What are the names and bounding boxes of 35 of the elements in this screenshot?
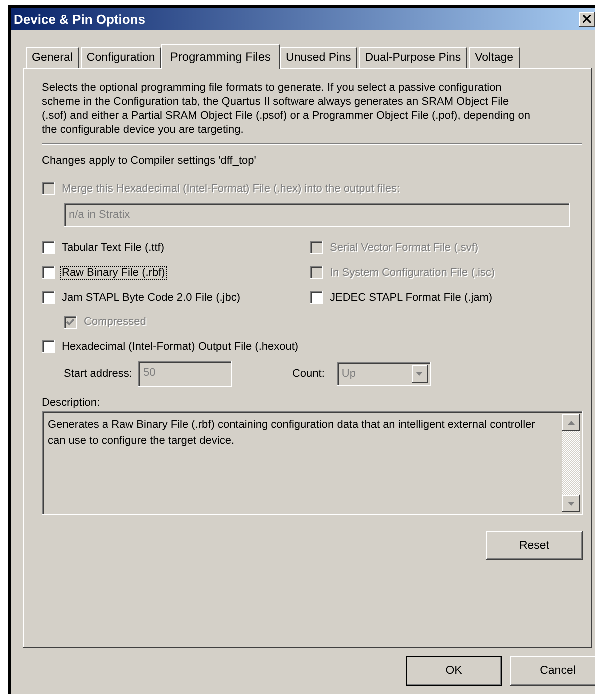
checkbox[interactable] xyxy=(42,241,55,254)
tab[interactable]: Programming Files xyxy=(161,44,280,69)
close-button[interactable] xyxy=(579,12,595,26)
description-text: Generates a Raw Binary File (.rbf) containing configuration data that an intelligent external controller can use to configure the target device. xyxy=(47,418,536,449)
checkbox[interactable] xyxy=(42,340,55,353)
checkbox[interactable] xyxy=(42,266,55,279)
checkbox-label: Raw Binary File (.rbf) xyxy=(61,266,166,278)
scrollbar[interactable] xyxy=(562,414,580,512)
close-icon xyxy=(583,15,591,23)
checkbox-label: Hexadecimal (Intel-Format) Output File (.hexout) xyxy=(61,340,300,352)
description-label: Description: xyxy=(42,397,102,409)
tab[interactable]: General xyxy=(26,47,79,68)
checkbox[interactable] xyxy=(42,291,55,304)
tab[interactable]: Unused Pins xyxy=(280,47,358,68)
checkbox-label: Serial Vector Format File (.svf) xyxy=(329,242,480,254)
checkbox-label: JEDEC STAPL Format File (.jam) xyxy=(329,292,494,304)
checkbox-label: In System Configuration File (.isc) xyxy=(329,266,496,278)
cancel-button[interactable]: Cancel xyxy=(510,656,595,686)
checkbox-label: Jam STAPL Byte Code 2.0 File (.jbc) xyxy=(61,292,242,304)
checkbox-label: Compressed xyxy=(83,316,148,328)
start-address-label: Start address: xyxy=(64,368,132,380)
tab[interactable]: Configuration xyxy=(80,47,162,68)
checkbox-label: Merge this Hexadecimal (Intel-Format) File (.hex) into the output files: xyxy=(61,182,402,194)
tab[interactable]: Voltage xyxy=(469,47,520,68)
scroll-up-icon[interactable] xyxy=(562,414,580,431)
tab[interactable]: Dual-Purpose Pins xyxy=(359,47,468,68)
reset-button[interactable]: Reset xyxy=(486,531,583,560)
checkbox[interactable] xyxy=(310,291,323,304)
count-label: Count: xyxy=(292,368,325,380)
ok-button[interactable]: OK xyxy=(406,656,502,686)
intro-text: Selects the optional programming file formats to generate. If you select a passive configuration scheme in the Configuration tab, the Quartus II software always generates an SRAM Object File (.sof) and either a Partial SRAM Object File (.psof) or a Programmer Object File (.pof), depending on the configurable device you are targeting. xyxy=(42,81,532,137)
scroll-down-icon[interactable] xyxy=(562,495,580,512)
window-title: Device & Pin Options xyxy=(13,12,146,26)
settings-note: Changes apply to Compiler settings 'dff_top' xyxy=(42,155,258,167)
checkbox-label: Tabular Text File (.ttf) xyxy=(61,242,166,254)
